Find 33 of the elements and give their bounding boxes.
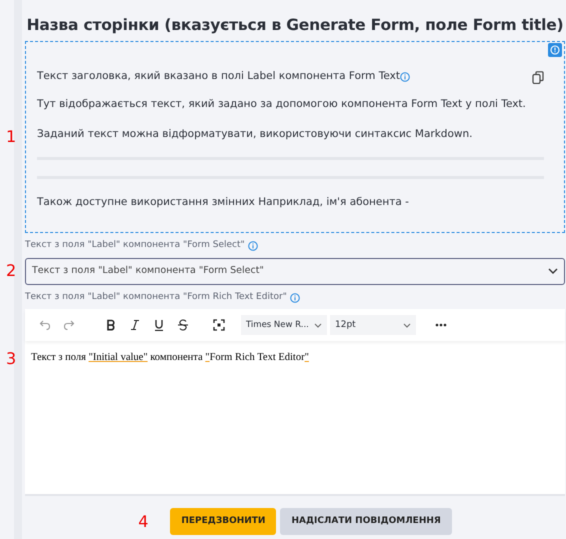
bold-icon[interactable] [105,319,117,332]
copy-icon[interactable] [532,70,544,84]
field-label[interactable]: Текст з поля "Label" компонента "Form Select" [25,239,245,253]
action-button[interactable]: НАДІСЛАТИ ПОВІДОМЛЕННЯ [280,508,452,536]
redo-icon[interactable] [63,319,75,332]
chevron-down-icon [403,322,411,328]
chevron-down-icon [314,322,322,328]
chevron-down-icon [548,268,558,274]
page-title: Назва сторінки (вказується в Generate Form, поле Form title) [26,15,564,36]
editor-text: Текст з поля "Initial value" компонента "Form Rich Text Editor" [31,351,310,366]
field-label[interactable]: Текст з поля "Label" компонента "Form Rich Text Editor" [25,290,287,304]
info-icon [248,241,258,251]
size-dropdown[interactable]: 12pt [330,315,416,336]
underline-icon[interactable] [153,319,165,332]
select-dropdown[interactable]: Текст з поля "Label" компонента "Form Select" [25,258,565,285]
strikethrough-icon[interactable] [177,319,189,332]
paragraph-text: Заданий текст можна відформатувати, використовуючи синтаксис Markdown. [37,126,474,142]
annotation-number: 3 [6,349,16,370]
annotation-number: 1 [6,127,16,148]
block-heading: Текст заголовка, який вказано в полі Label компонента Form Text [37,69,400,84]
annotation-number: 4 [138,510,148,533]
action-button[interactable]: ПЕРЕДЗВОНИТИ [170,508,276,536]
info-icon [400,72,410,82]
undo-icon[interactable] [39,319,51,332]
italic-icon[interactable] [129,319,141,332]
select-value: Текст з поля "Label" компонента "Form Select" [32,264,264,278]
fullscreen-icon[interactable] [213,319,225,332]
font-dropdown[interactable]: Times New R... [241,315,327,336]
paragraph-text: Тут відображається текст, який задано за допомогою компонента Form Text у полі Text. [37,97,527,112]
annotation-number: 2 [6,261,16,282]
info-badge[interactable] [548,43,562,58]
variable-text: Також доступне використання змінних Наприклад, ім'я абонента - [37,194,410,210]
info-icon [290,292,300,302]
